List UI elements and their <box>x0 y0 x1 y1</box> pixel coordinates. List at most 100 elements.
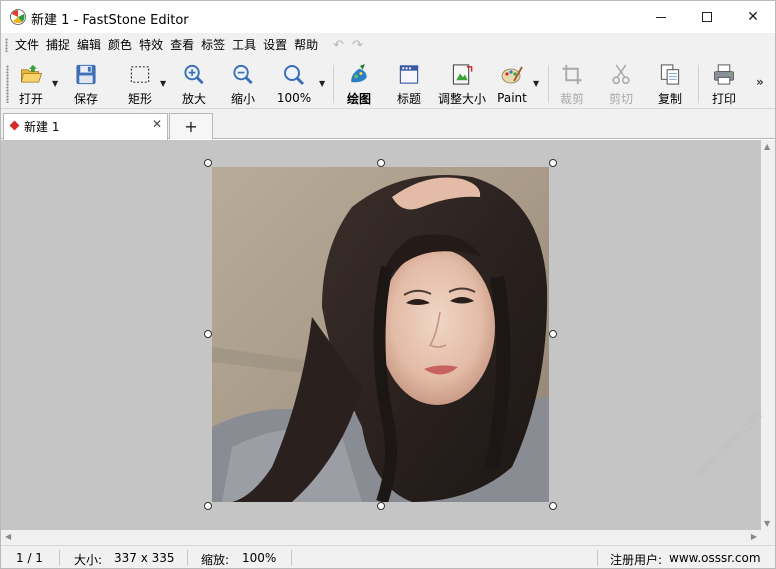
crop-label: 裁剪 <box>559 92 584 106</box>
caption-button[interactable]: 标题 <box>391 61 427 107</box>
title-bar: 新建 1 - FastStone Editor ✕ <box>1 1 775 33</box>
toolbar-overflow-chevron-icon[interactable]: » <box>756 75 764 89</box>
menu-tools[interactable]: 工具 <box>230 33 260 57</box>
zoom-out-icon <box>233 64 253 85</box>
vertical-scrollbar[interactable]: ▲ ▼ <box>761 140 775 530</box>
zoom-dropdown-arrow-icon[interactable]: ▼ <box>319 79 325 88</box>
menu-file[interactable]: 文件 <box>13 33 43 57</box>
image-canvas[interactable] <box>1 140 775 530</box>
status-separator <box>597 550 598 566</box>
print-button[interactable]: 打印 <box>706 61 742 107</box>
resize-handle-bottom[interactable] <box>377 502 385 510</box>
zoom-in-button[interactable]: 放大 <box>176 61 212 107</box>
status-bar: 1 / 1 大小: 337 x 335 缩放: 100% 注册用户: www.o… <box>1 545 775 568</box>
horizontal-scroll-thumb[interactable] <box>17 533 755 542</box>
resize-handle-left[interactable] <box>204 330 212 338</box>
menu-bar: 文件 捕捉 编辑 颜色 特效 查看 标签 工具 设置 帮助 ↶ ↷ <box>1 33 775 57</box>
open-folder-icon <box>20 64 43 83</box>
modified-diamond-icon <box>9 120 20 131</box>
menu-tabs[interactable]: 标签 <box>199 33 229 57</box>
horizontal-scrollbar[interactable]: ◀ ▶ <box>1 530 775 545</box>
save-label: 保存 <box>73 92 98 106</box>
scroll-down-arrow-icon[interactable]: ▼ <box>764 519 770 528</box>
rectangle-dropdown-arrow-icon[interactable]: ▼ <box>160 79 166 88</box>
toolbar-separator <box>548 65 549 103</box>
cut-scissors-icon <box>612 64 630 85</box>
crop-button[interactable]: 裁剪 <box>554 61 590 107</box>
size-value: 337 x 335 <box>114 551 175 565</box>
resize-handle-top-right[interactable] <box>549 159 557 167</box>
zoom-level-button[interactable]: 100% <box>274 61 314 107</box>
zoom-level-label: 100% <box>276 91 312 105</box>
menu-capture[interactable]: 捕捉 <box>44 33 74 57</box>
undo-icon[interactable]: ↶ <box>333 38 344 53</box>
crop-icon <box>562 64 582 85</box>
zoom-in-icon <box>184 64 204 85</box>
minimize-icon <box>656 16 666 18</box>
menu-color[interactable]: 颜色 <box>106 33 136 57</box>
menu-edit[interactable]: 编辑 <box>75 33 105 57</box>
zoom-in-label: 放大 <box>181 92 206 106</box>
menu-view[interactable]: 查看 <box>168 33 198 57</box>
copy-label: 复制 <box>657 92 682 106</box>
scroll-left-arrow-icon[interactable]: ◀ <box>5 532 11 541</box>
menu-settings[interactable]: 设置 <box>261 33 291 57</box>
menu-effects[interactable]: 特效 <box>137 33 167 57</box>
resize-button[interactable]: 调整大小 <box>436 61 488 107</box>
maximize-button[interactable] <box>684 1 730 33</box>
zoom-out-button[interactable]: 缩小 <box>225 61 261 107</box>
copy-button[interactable]: 复制 <box>652 61 688 107</box>
zoom-label: 缩放: <box>201 553 230 567</box>
zoom-magnifier-icon <box>284 65 305 86</box>
menu-help[interactable]: 帮助 <box>292 33 322 57</box>
scroll-up-arrow-icon[interactable]: ▲ <box>764 142 770 151</box>
save-disk-icon <box>76 64 96 85</box>
status-separator <box>291 550 292 566</box>
plus-icon: + <box>184 117 198 136</box>
draw-button[interactable]: 绘图 <box>341 61 377 107</box>
resize-label: 调整大小 <box>437 92 486 106</box>
close-button[interactable]: ✕ <box>730 1 775 33</box>
draw-palette-icon <box>351 63 367 83</box>
toolbar-separator <box>698 65 699 103</box>
main-toolbar: 打开 ▼ 保存 矩形 ▼ 放大 缩小 100% ▼ 绘图 标题 调整大小 Pai… <box>1 57 775 109</box>
rectangle-select-icon <box>130 66 150 83</box>
resize-handle-top[interactable] <box>377 159 385 167</box>
open-dropdown-arrow-icon[interactable]: ▼ <box>52 79 58 88</box>
minimize-button[interactable] <box>638 1 684 33</box>
resize-handle-right[interactable] <box>549 330 557 338</box>
paint-dropdown-arrow-icon[interactable]: ▼ <box>533 79 539 88</box>
menu-grip-handle[interactable] <box>5 38 8 52</box>
scroll-right-arrow-icon[interactable]: ▶ <box>751 532 757 541</box>
zoom-value: 100% <box>242 551 277 565</box>
size-label: 大小: <box>74 553 103 567</box>
window-title: 新建 1 - FastStone Editor <box>31 13 189 28</box>
resize-handle-bottom-right[interactable] <box>549 502 557 510</box>
toolbar-grip-handle[interactable] <box>6 65 9 103</box>
save-button[interactable]: 保存 <box>67 61 105 107</box>
draw-label: 绘图 <box>346 92 371 106</box>
faststone-editor-window: 新建 1 - FastStone Editor ✕ 文件 捕捉 编辑 颜色 特效… <box>0 0 776 569</box>
zoom-out-label: 缩小 <box>230 92 255 106</box>
resize-handle-bottom-left[interactable] <box>204 502 212 510</box>
close-icon: ✕ <box>747 9 759 25</box>
cut-label: 剪切 <box>608 92 633 106</box>
new-tab-button[interactable]: + <box>169 113 213 139</box>
rectangle-select-button[interactable]: 矩形 <box>122 61 158 107</box>
tab-close-icon[interactable]: ✕ <box>152 117 162 131</box>
document-tab[interactable]: 新建 1 ✕ <box>3 113 168 140</box>
caption-window-icon <box>399 65 419 84</box>
open-button[interactable]: 打开 <box>13 61 49 107</box>
paint-button[interactable]: Paint <box>494 61 530 107</box>
status-separator <box>59 550 60 566</box>
resize-handle-top-left[interactable] <box>204 159 212 167</box>
app-logo-icon <box>10 9 26 25</box>
portrait-photo[interactable] <box>212 167 549 502</box>
redo-icon[interactable]: ↷ <box>352 38 363 53</box>
document-tab-label: 新建 1 <box>24 120 60 134</box>
document-tab-bar: 新建 1 ✕ + <box>1 109 775 140</box>
copy-pages-icon <box>660 64 680 85</box>
page-indicator: 1 / 1 <box>16 551 43 565</box>
paint-palette-icon <box>501 66 523 84</box>
cut-button[interactable]: 剪切 <box>603 61 639 107</box>
